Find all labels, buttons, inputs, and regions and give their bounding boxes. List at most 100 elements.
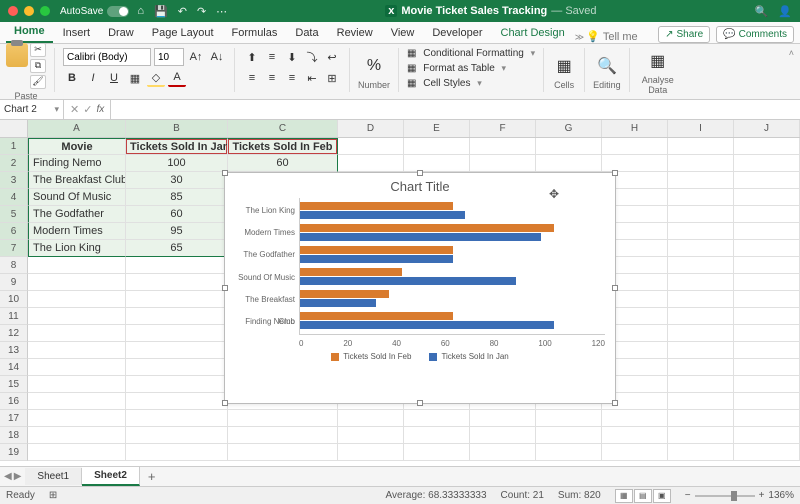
row-header[interactable]: 5	[0, 206, 28, 223]
cell[interactable]	[734, 410, 800, 427]
format-as-table-button[interactable]: ▦ Format as Table ▾	[407, 63, 535, 74]
cell[interactable]	[228, 444, 338, 461]
cell-styles-button[interactable]: ▦ Cell Styles ▾	[407, 78, 535, 89]
share-button[interactable]: ↗Share	[658, 26, 710, 43]
tab-formulas[interactable]: Formulas	[224, 24, 286, 43]
cell[interactable]	[470, 155, 536, 172]
col-header-C[interactable]: C	[228, 120, 338, 137]
cell[interactable]	[338, 444, 404, 461]
row-header[interactable]: 3	[0, 172, 28, 189]
clipboard-icon[interactable]	[6, 43, 28, 67]
conditional-formatting-button[interactable]: ▦ Conditional Formatting ▾	[407, 48, 535, 59]
cell[interactable]	[126, 427, 228, 444]
tell-me[interactable]: 💡Tell me	[586, 30, 638, 43]
cell[interactable]	[668, 206, 734, 223]
cell[interactable]: 65	[126, 240, 228, 257]
sheet-next-icon[interactable]: ▶	[14, 471, 22, 482]
align-middle-icon[interactable]: ≡	[263, 48, 281, 66]
cell[interactable]: Tickets Sold In Feb	[228, 138, 338, 155]
cell[interactable]	[404, 444, 470, 461]
user-icon[interactable]: 👤	[778, 5, 792, 18]
home-icon[interactable]: ⌂	[137, 5, 144, 18]
cell[interactable]	[126, 376, 228, 393]
autosave-toggle[interactable]: AutoSave	[60, 6, 129, 17]
cell[interactable]	[734, 393, 800, 410]
tab-data[interactable]: Data	[287, 24, 326, 43]
row-header[interactable]: 15	[0, 376, 28, 393]
cell[interactable]	[734, 444, 800, 461]
wrap-text-icon[interactable]: ↩	[323, 48, 341, 66]
cell[interactable]	[536, 155, 602, 172]
cell[interactable]	[28, 427, 126, 444]
cell[interactable]: The Godfather	[28, 206, 126, 223]
row-header[interactable]: 12	[0, 325, 28, 342]
col-header-B[interactable]: B	[126, 120, 228, 137]
collapse-ribbon-icon[interactable]: ˄	[789, 48, 794, 58]
window-controls[interactable]	[8, 6, 50, 16]
cell[interactable]: 60	[228, 155, 338, 172]
row-header[interactable]: 19	[0, 444, 28, 461]
col-header-E[interactable]: E	[404, 120, 470, 137]
increase-font-icon[interactable]: A↑	[187, 48, 205, 66]
cell[interactable]	[602, 444, 668, 461]
cell[interactable]	[228, 410, 338, 427]
copy-icon[interactable]: ⧉	[30, 59, 46, 73]
cell[interactable]	[734, 291, 800, 308]
cell[interactable]	[228, 427, 338, 444]
cell[interactable]	[734, 376, 800, 393]
cell[interactable]: Movie	[28, 138, 126, 155]
cell[interactable]	[28, 308, 126, 325]
italic-button[interactable]: I	[84, 69, 102, 87]
cell[interactable]	[338, 410, 404, 427]
cell[interactable]	[734, 325, 800, 342]
cell[interactable]	[668, 138, 734, 155]
align-center-icon[interactable]: ≡	[263, 69, 281, 87]
zoom-slider[interactable]	[695, 495, 755, 497]
enter-fx-icon[interactable]: ✓	[83, 103, 92, 116]
row-header[interactable]: 1	[0, 138, 28, 155]
tab-developer[interactable]: Developer	[424, 24, 490, 43]
zoom-value[interactable]: 136%	[768, 490, 794, 501]
orientation-icon[interactable]: ⤵	[303, 48, 321, 66]
cell[interactable]	[734, 359, 800, 376]
cell[interactable]	[668, 393, 734, 410]
tab-view[interactable]: View	[383, 24, 423, 43]
cell[interactable]	[470, 444, 536, 461]
cell[interactable]	[338, 138, 404, 155]
tab-page-layout[interactable]: Page Layout	[144, 24, 222, 43]
border-button[interactable]: ▦	[126, 69, 144, 87]
row-header[interactable]: 14	[0, 359, 28, 376]
accessibility-icon[interactable]: ⊞	[49, 490, 57, 501]
row-header[interactable]: 17	[0, 410, 28, 427]
cell[interactable]	[602, 410, 668, 427]
cell[interactable]	[404, 138, 470, 155]
cells-group[interactable]: ▦ Cells	[552, 48, 576, 95]
cell[interactable]	[668, 189, 734, 206]
cell[interactable]	[734, 308, 800, 325]
cell[interactable]	[28, 274, 126, 291]
cell[interactable]	[28, 257, 126, 274]
row-header[interactable]: 9	[0, 274, 28, 291]
fullscreen-icon[interactable]	[40, 6, 50, 16]
cell[interactable]	[734, 189, 800, 206]
zoom-in-icon[interactable]: +	[759, 490, 765, 501]
decrease-font-icon[interactable]: A↓	[208, 48, 226, 66]
minimize-icon[interactable]	[24, 6, 34, 16]
percent-icon[interactable]: %	[362, 54, 386, 78]
cell[interactable]	[28, 410, 126, 427]
cell[interactable]	[668, 223, 734, 240]
cell[interactable]	[126, 308, 228, 325]
zoom-out-icon[interactable]: −	[685, 490, 691, 501]
cell[interactable]	[602, 138, 668, 155]
cell[interactable]	[668, 444, 734, 461]
col-header-H[interactable]: H	[602, 120, 668, 137]
cut-icon[interactable]: ✂	[30, 43, 46, 57]
add-sheet-button[interactable]: +	[140, 469, 164, 484]
cell[interactable]	[668, 342, 734, 359]
font-size-select[interactable]	[154, 48, 184, 66]
cell[interactable]	[734, 427, 800, 444]
align-right-icon[interactable]: ≡	[283, 69, 301, 87]
row-header[interactable]: 18	[0, 427, 28, 444]
zoom-control[interactable]: − + 136%	[685, 490, 794, 501]
col-header-A[interactable]: A	[28, 120, 126, 137]
